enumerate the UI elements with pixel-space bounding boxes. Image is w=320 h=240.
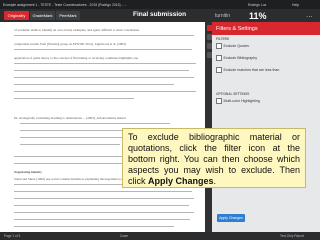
text-line xyxy=(14,219,190,221)
text-line xyxy=(14,91,196,93)
help-link[interactable]: Help xyxy=(292,3,299,7)
text-line xyxy=(14,98,134,100)
apply-changes-button[interactable]: Apply Changes xyxy=(217,214,245,222)
text-line xyxy=(14,226,174,228)
text-line xyxy=(14,212,194,214)
document-line: Dr. strategically containing-learning to… xyxy=(14,116,126,120)
exclude-bibliography-option[interactable]: Exclude Bibliography xyxy=(212,54,320,62)
text-line xyxy=(14,198,194,200)
multicolor-label: Multi-color Highlighting xyxy=(223,99,260,103)
exclude-bibliography-label: Exclude Bibliography xyxy=(223,56,258,60)
main-toolbar: Originality GradeMark PeerMark Final sub… xyxy=(0,9,320,22)
document-line: of academic skills to identify an over-l… xyxy=(14,28,140,32)
callout-highlight: Apply Changes xyxy=(148,176,214,186)
filters-label: FILTERS xyxy=(216,37,230,41)
text-line xyxy=(14,35,194,37)
turnitin-logo: turnitin xyxy=(215,12,231,19)
document-line: comparable results from [Working group o… xyxy=(14,42,126,46)
panel-title: Filters & Settings xyxy=(212,22,320,35)
exclude-quotes-option[interactable]: Exclude Quotes xyxy=(212,42,320,50)
multicolor-checkbox[interactable] xyxy=(216,98,222,104)
more-menu-icon[interactable]: ... xyxy=(306,10,313,19)
text-line xyxy=(20,144,120,146)
text-only-report-link[interactable]: Text-Only Report xyxy=(280,234,304,238)
text-line xyxy=(14,70,189,72)
callout-text-end: . xyxy=(213,176,217,186)
text-line xyxy=(14,63,196,65)
optional-settings-label: OPTIONAL SETTINGS xyxy=(216,92,250,96)
text-line xyxy=(20,123,170,125)
exclude-small-matches-label: Exclude matches that are less than xyxy=(223,68,280,72)
document-line: Sohal and Shere (1992) use social constr… xyxy=(14,177,138,181)
multicolor-option[interactable]: Multi-color Highlighting xyxy=(212,97,320,105)
tab-originality[interactable]: Originality xyxy=(4,11,29,20)
window-title-bar: Example assignment 1 - TESTE - Teste Coo… xyxy=(0,0,320,9)
exclude-small-matches-option[interactable]: Exclude matches that are less than xyxy=(212,66,320,74)
text-line xyxy=(14,77,194,79)
zoom-control[interactable]: Zoom xyxy=(120,234,128,238)
exclude-quotes-label: Exclude Quotes xyxy=(223,44,249,48)
text-line xyxy=(14,205,189,207)
exclude-small-matches-checkbox[interactable] xyxy=(216,67,222,73)
status-bar: Page 1 of 3 Zoom Text-Only Report xyxy=(0,232,320,240)
exclude-quotes-checkbox[interactable] xyxy=(216,43,222,49)
tab-grademark[interactable]: GradeMark xyxy=(30,11,55,20)
text-line xyxy=(14,49,192,51)
exclude-bibliography-checkbox[interactable] xyxy=(216,55,222,61)
document-heading: Negotiating identity xyxy=(14,170,42,174)
user-name[interactable]: Rodrigo Luz xyxy=(248,3,266,7)
text-line xyxy=(14,84,174,86)
page-indicator: Page 1 of 3 xyxy=(4,234,21,238)
text-line xyxy=(14,191,192,193)
tab-peermark[interactable]: PeerMark xyxy=(56,11,80,20)
similarity-score[interactable]: 11% xyxy=(249,10,289,21)
text-line xyxy=(14,163,124,165)
document-line: application of game theory to the concep… xyxy=(14,56,139,60)
instruction-callout: To exclude bibliographic material or quo… xyxy=(122,128,306,188)
document-title: Final submission xyxy=(133,11,187,18)
window-title: Example assignment 1 - TESTE - Teste Coo… xyxy=(3,2,127,7)
